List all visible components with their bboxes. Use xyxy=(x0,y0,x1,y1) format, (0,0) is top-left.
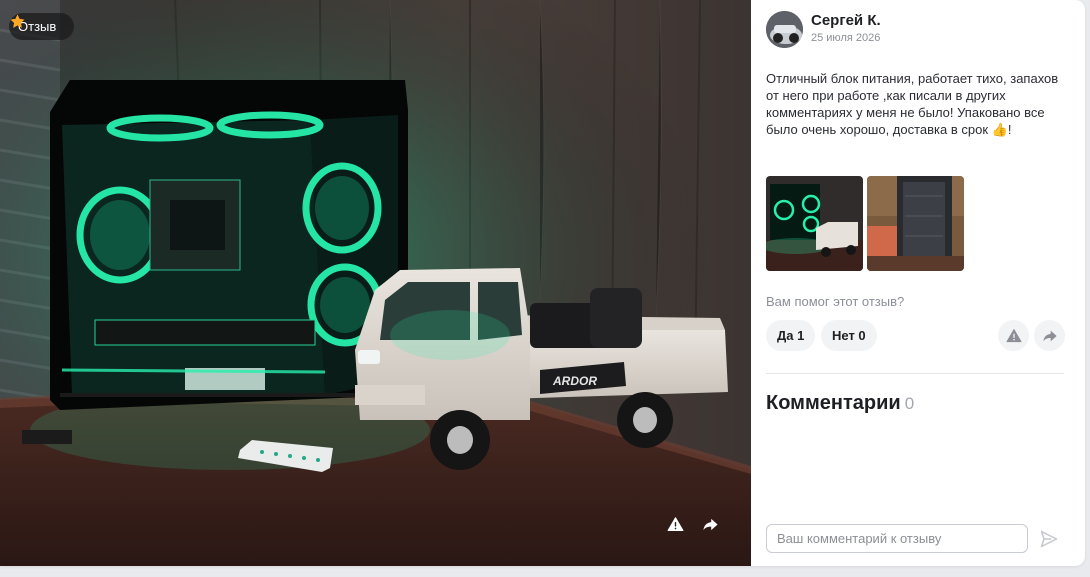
warning-icon xyxy=(667,517,684,532)
share-review-button[interactable] xyxy=(1034,320,1065,351)
share-icon xyxy=(1042,330,1057,341)
share-icon xyxy=(703,518,718,531)
comments-count: 0 xyxy=(904,394,915,413)
review-date: 25 июля 2026 xyxy=(811,32,881,44)
truck-ardor-label: ARDOR xyxy=(552,374,597,388)
warning-icon xyxy=(1006,328,1021,342)
star-icon xyxy=(10,14,25,28)
thumbnail-image xyxy=(766,176,863,271)
author-name[interactable]: Сергей К. xyxy=(811,12,881,29)
review-text: Отличный блок питания, работает тихо, за… xyxy=(766,71,1059,137)
review-modal: ARDOR Отзыв Сергей К. 25 июля 2026 Отлич… xyxy=(0,0,1085,566)
send-comment-button[interactable] xyxy=(1036,526,1062,552)
photo-share-button[interactable] xyxy=(702,516,726,540)
photo-report-button[interactable] xyxy=(667,516,691,540)
thumbnail-photo-2[interactable] xyxy=(867,176,964,271)
send-icon xyxy=(1040,530,1058,548)
vote-no-button[interactable]: Нет 0 xyxy=(821,320,877,351)
report-review-button[interactable] xyxy=(998,320,1029,351)
review-thumbnails xyxy=(766,176,964,271)
helpful-question: Вам помог этот отзыв? xyxy=(766,294,905,309)
thumbnail-photo-1[interactable] xyxy=(766,176,863,271)
divider xyxy=(766,373,1064,374)
rating-badge: Отзыв xyxy=(9,13,75,40)
review-photo[interactable]: ARDOR Отзыв xyxy=(0,0,751,566)
comments-title: Комментарии xyxy=(766,392,901,414)
vote-yes-button[interactable]: Да 1 xyxy=(766,320,816,351)
review-panel: Сергей К. 25 июля 2026 Отличный блок пит… xyxy=(751,0,1085,566)
avatar[interactable] xyxy=(766,11,803,48)
comment-input[interactable] xyxy=(766,524,1028,553)
avatar-image xyxy=(766,11,803,48)
photo-illustration: ARDOR xyxy=(0,0,751,566)
thumbnail-image xyxy=(867,176,964,271)
comments-heading: Комментарии 0 xyxy=(766,392,914,415)
